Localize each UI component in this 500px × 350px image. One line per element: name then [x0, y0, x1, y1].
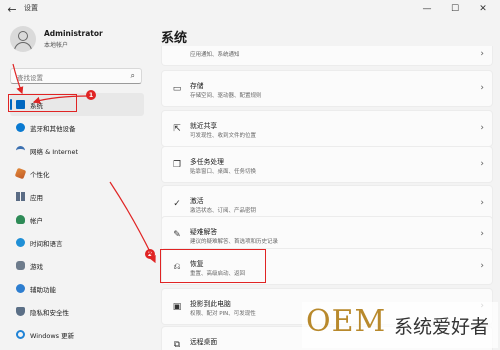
sidebar-item-label: 个性化 [30, 171, 50, 179]
storage-icon: ▭ [172, 84, 182, 94]
card-subtitle: 激活状态、订阅、产品密钥 [190, 208, 257, 214]
sidebar-item-accessibility[interactable]: 辅助功能 [10, 277, 144, 300]
title-bar: ← 设置 — ☐ ✕ [0, 0, 500, 20]
profile-account-type: 本地帐户 [44, 42, 69, 49]
sidebar-item-privacy[interactable]: 隐私和安全性 [10, 300, 144, 323]
sidebar-item-label: Windows 更新 [30, 332, 75, 340]
profile-name: Administrator [44, 29, 103, 38]
card-title: 远程桌面 [190, 338, 218, 346]
sidebar-item-bluetooth[interactable]: 蓝牙和其他设备 [10, 116, 144, 139]
card-title: 多任务处理 [190, 158, 224, 166]
card-subtitle: 贴靠窗口、桌面、任务切换 [190, 169, 257, 175]
card-title: 激活 [190, 197, 204, 205]
window-title: 设置 [24, 4, 38, 12]
close-button[interactable]: ✕ [474, 2, 492, 16]
gamepad-icon [16, 261, 25, 270]
watermark-logo: OEM 系统爱好者 [302, 302, 498, 348]
troubleshoot-icon: ✎ [173, 230, 181, 240]
card-title: 存储 [190, 82, 204, 90]
card-subtitle: 存储空间、驱动器、配置规则 [190, 93, 262, 99]
card-storage[interactable]: ▭ 存储 存储空间、驱动器、配置规则 › [161, 70, 493, 107]
brush-icon [14, 167, 27, 180]
chevron-right-icon: › [480, 123, 484, 133]
multitasking-icon: ❐ [172, 160, 182, 170]
sidebar-item-label: 辅助功能 [30, 286, 56, 294]
sidebar-item-apps[interactable]: 应用 [10, 185, 144, 208]
annotation-box-recovery [160, 249, 266, 283]
search-placeholder: 查找设置 [17, 74, 43, 82]
minimize-button[interactable]: — [418, 2, 436, 16]
sidebar-item-personalization[interactable]: 个性化 [10, 162, 144, 185]
avatar-icon [10, 26, 36, 52]
watermark-brand: OEM [306, 304, 387, 339]
card-subtitle: 应用通知、系统通知 [190, 52, 240, 58]
sidebar-item-label: 应用 [30, 194, 43, 202]
nearby-share-icon: ⇱ [173, 124, 181, 134]
chevron-right-icon: › [480, 261, 484, 271]
wifi-icon [16, 146, 25, 155]
chevron-right-icon: › [480, 159, 484, 169]
sidebar-item-label: 隐私和安全性 [30, 309, 69, 317]
card-title: 投影到此电脑 [190, 300, 231, 308]
annotation-step-1: 1 [86, 90, 96, 100]
chevron-right-icon: › [480, 229, 484, 239]
sidebar-item-label: 帐户 [30, 217, 43, 225]
sidebar-item-label: 网络 & Internet [30, 148, 79, 156]
card-nearby-sharing[interactable]: ⇱ 就近共享 可发现性、收到文件的位置 › [161, 110, 493, 147]
chevron-right-icon: › [480, 83, 484, 93]
bluetooth-icon [16, 123, 25, 132]
card-multitasking[interactable]: ❐ 多任务处理 贴靠窗口、桌面、任务切换 › [161, 146, 493, 183]
clock-globe-icon [16, 238, 25, 247]
card-subtitle: 可发现性、收到文件的位置 [190, 133, 257, 139]
remote-desktop-icon: ⧉ [173, 340, 181, 350]
card-title: 就近共享 [190, 122, 218, 130]
annotation-box-system [8, 94, 77, 112]
chevron-right-icon: › [480, 49, 484, 59]
apps-icon [16, 192, 25, 201]
sidebar-item-time-language[interactable]: 时间和语言 [10, 231, 144, 254]
sidebar-item-network[interactable]: 网络 & Internet [10, 139, 144, 162]
sidebar-item-accounts[interactable]: 帐户 [10, 208, 144, 231]
watermark-text: 系统爱好者 [394, 316, 490, 338]
maximize-button[interactable]: ☐ [446, 2, 464, 16]
update-icon [16, 330, 25, 339]
back-arrow-icon[interactable]: ← [4, 2, 20, 18]
sidebar-item-label: 游戏 [30, 263, 43, 271]
card-subtitle: 权限、配对 PIN、可发现性 [190, 311, 256, 317]
card-notifications[interactable]: 应用通知、系统通知 › [161, 46, 493, 66]
sidebar-item-gaming[interactable]: 游戏 [10, 254, 144, 277]
sidebar-item-windows-update[interactable]: Windows 更新 [10, 323, 144, 346]
card-title: 疑难解答 [190, 228, 218, 236]
projection-icon: ▣ [172, 302, 182, 312]
sidebar-nav: 系统 蓝牙和其他设备 网络 & Internet 个性化 应用 帐户 时间和语言… [10, 93, 144, 346]
activation-icon: ✓ [173, 199, 181, 209]
sidebar-item-label: 时间和语言 [30, 240, 63, 248]
shield-icon [16, 307, 25, 316]
page-title: 系统 [161, 31, 188, 46]
annotation-step-2: 2 [145, 249, 155, 259]
card-subtitle: 建议的疑难解答、首选项和历史记录 [190, 239, 279, 245]
chevron-right-icon: › [480, 198, 484, 208]
search-input[interactable]: 查找设置 ⌕ [10, 68, 142, 84]
account-icon [16, 215, 25, 224]
sidebar-item-label: 蓝牙和其他设备 [30, 125, 76, 133]
accessibility-icon [16, 284, 25, 293]
search-icon[interactable]: ⌕ [131, 71, 135, 81]
